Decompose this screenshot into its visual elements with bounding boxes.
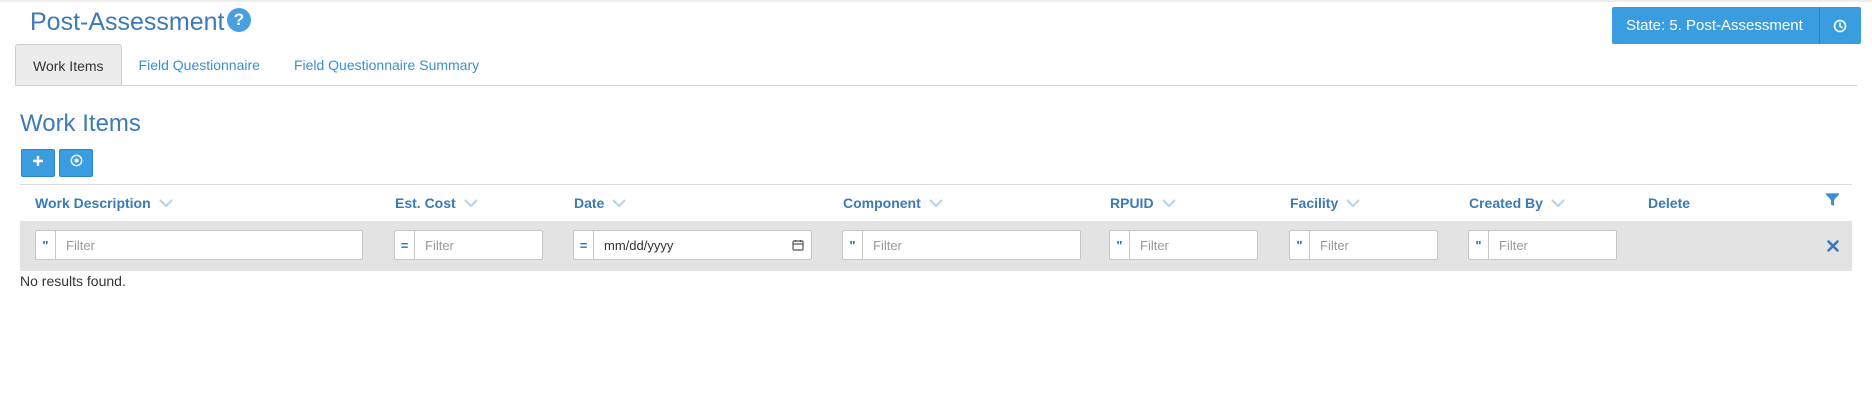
filter-placeholder: Filter [1320, 237, 1349, 253]
filter-date[interactable]: = mm/dd/yyyy [573, 230, 812, 260]
filter-component[interactable]: " Filter [842, 230, 1081, 260]
state-label: State: 5. Post-Assessment [1626, 17, 1803, 34]
filter-operator[interactable]: = [395, 231, 415, 259]
filter-placeholder: Filter [425, 237, 454, 253]
filter-operator[interactable]: " [1110, 231, 1130, 259]
filter-operator[interactable]: = [574, 231, 594, 259]
tab-field-questionnaire[interactable]: Field Questionnaire [122, 44, 277, 86]
tab-bar: Work Items Field Questionnaire Field Que… [15, 44, 496, 86]
filter-facility[interactable]: " Filter [1289, 230, 1438, 260]
filter-placeholder: Filter [1499, 237, 1528, 253]
tabs-divider [15, 85, 1857, 86]
tab-work-items[interactable]: Work Items [15, 44, 122, 86]
column-label: RPUID [1110, 195, 1154, 211]
column-header-rpuid[interactable]: RPUID [1110, 185, 1176, 221]
filter-row: " Filter = Filter = mm/dd/yyyy " Filter … [20, 221, 1852, 271]
column-label: Date [574, 195, 605, 211]
circle-target-icon [70, 154, 83, 172]
filter-operator[interactable]: " [1469, 231, 1489, 259]
filter-created-by[interactable]: " Filter [1468, 230, 1617, 260]
filter-operator[interactable]: " [36, 231, 56, 259]
filter-date-placeholder: mm/dd/yyyy [604, 237, 674, 253]
filter-est-cost[interactable]: = Filter [394, 230, 543, 260]
clock-icon[interactable] [1818, 7, 1861, 44]
filter-placeholder: Filter [1140, 237, 1169, 253]
tab-field-questionnaire-summary[interactable]: Field Questionnaire Summary [277, 44, 496, 86]
state-button[interactable]: State: 5. Post-Assessment [1612, 7, 1861, 44]
chevron-down-icon[interactable] [463, 198, 478, 208]
top-border [0, 0, 1872, 2]
column-header-facility[interactable]: Facility [1290, 185, 1361, 221]
filter-work-description[interactable]: " Filter [35, 230, 363, 260]
column-label: Facility [1290, 195, 1339, 211]
column-label: Component [843, 195, 921, 211]
column-header-work-description[interactable]: Work Description [35, 185, 173, 221]
filter-rpuid[interactable]: " Filter [1109, 230, 1258, 260]
column-label: Work Description [35, 195, 151, 211]
column-label: Delete [1648, 195, 1691, 211]
column-label: Est. Cost [395, 195, 456, 211]
chevron-down-icon[interactable] [928, 198, 943, 208]
chevron-down-icon[interactable] [1346, 198, 1361, 208]
column-label: Created By [1469, 195, 1543, 211]
column-header-component[interactable]: Component [843, 185, 943, 221]
calendar-icon[interactable] [785, 239, 811, 251]
chevron-down-icon[interactable] [1161, 198, 1176, 208]
filter-placeholder: Filter [873, 237, 902, 253]
filter-operator[interactable]: " [843, 231, 863, 259]
column-header-date[interactable]: Date [574, 185, 627, 221]
chevron-down-icon[interactable] [1551, 198, 1565, 208]
filter-placeholder: Filter [66, 237, 95, 253]
filter-icon[interactable] [1825, 193, 1840, 213]
help-icon[interactable]: ? [227, 8, 251, 32]
chevron-down-icon[interactable] [612, 198, 627, 208]
column-header-est-cost[interactable]: Est. Cost [395, 185, 478, 221]
column-header-delete: Delete [1648, 185, 1690, 221]
chevron-down-icon[interactable] [158, 198, 173, 208]
filter-operator[interactable]: " [1290, 231, 1310, 259]
add-item-button[interactable] [21, 149, 55, 177]
page-title: Post-Assessment [30, 8, 225, 36]
clear-filters-icon[interactable] [1825, 238, 1841, 254]
grid-header: Work Description Est. Cost Date Componen… [20, 185, 1852, 221]
column-header-created-by[interactable]: Created By [1469, 185, 1565, 221]
target-button[interactable] [59, 149, 93, 177]
plus-icon [32, 154, 44, 172]
section-title: Work Items [20, 110, 141, 137]
empty-results-message: No results found. [20, 273, 126, 289]
